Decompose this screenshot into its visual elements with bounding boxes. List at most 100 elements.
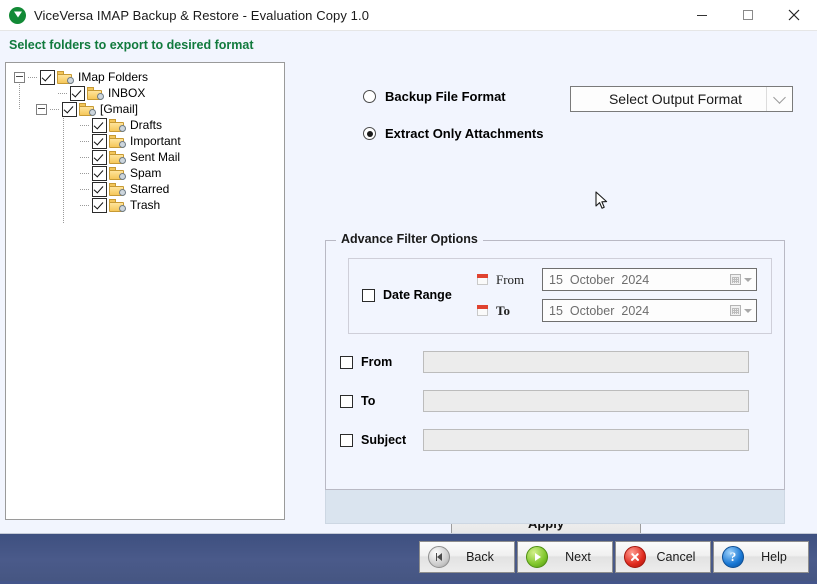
folder-search-icon	[79, 102, 96, 116]
window-controls	[679, 0, 817, 30]
to-filter-input[interactable]	[423, 390, 749, 412]
folder-tree-panel[interactable]: IMap Folders INBOX [Gmail] Drafts Import…	[5, 62, 285, 520]
from-date-input[interactable]: 15 October 2024	[542, 268, 757, 291]
window-title: ViceVersa IMAP Backup & Restore - Evalua…	[34, 7, 370, 23]
backup-file-format-option[interactable]: Backup File Format	[363, 89, 506, 104]
back-button[interactable]: Back	[419, 541, 515, 573]
date-range-checkbox[interactable]	[362, 288, 375, 302]
play-icon	[526, 546, 548, 568]
instruction-text: Select folders to export to desired form…	[9, 37, 254, 52]
footer-buttons: Back Next Cancel ? Help	[419, 541, 809, 573]
extract-attachments-radio[interactable]	[363, 127, 376, 140]
from-date-picker-button[interactable]	[730, 274, 756, 285]
calendar-icon	[477, 305, 488, 316]
chevron-down-icon	[744, 308, 752, 313]
from-filter-input[interactable]	[423, 351, 749, 373]
close-button[interactable]	[771, 0, 817, 30]
tree-checkbox[interactable]	[92, 133, 107, 149]
tree-connector	[50, 108, 60, 110]
chevron-down-icon	[744, 277, 752, 282]
tree-checkbox[interactable]	[70, 85, 85, 101]
backup-file-format-label: Backup File Format	[385, 89, 506, 104]
tree-connector	[80, 124, 90, 126]
help-button-label: Help	[761, 550, 787, 564]
tree-node-gmail[interactable]: [Gmail]	[6, 101, 284, 117]
from-date-year: 2024	[621, 272, 650, 287]
tree-node-label: [Gmail]	[100, 102, 139, 116]
tree-node-label: Trash	[130, 198, 161, 212]
tree-node-imap-folders[interactable]: IMap Folders	[6, 69, 284, 85]
tree-checkbox[interactable]	[92, 117, 107, 133]
tree-node-inbox[interactable]: INBOX	[6, 85, 284, 101]
maximize-button[interactable]	[725, 0, 771, 30]
advance-filter-options-group: Advance Filter Options Date Range From 1…	[325, 232, 785, 537]
cancel-button-label: Cancel	[656, 550, 696, 564]
to-date-picker-button[interactable]	[730, 305, 756, 316]
folder-search-icon	[109, 166, 126, 180]
to-filter-checkbox[interactable]	[340, 394, 353, 408]
advance-filter-options-title: Advance Filter Options	[336, 232, 483, 246]
subject-filter-checkbox[interactable]	[340, 433, 353, 447]
tree-checkbox[interactable]	[92, 181, 107, 197]
to-filter-label: To	[361, 394, 376, 408]
tree-node-label: Sent Mail	[130, 150, 181, 164]
output-format-value: Select Output Format	[608, 91, 743, 107]
instruction-bar: Select folders to export to desired form…	[0, 31, 817, 58]
tree-checkbox[interactable]	[40, 69, 55, 85]
tree-node-label: Spam	[130, 166, 162, 180]
tree-connector	[58, 92, 68, 94]
tree-node-starred[interactable]: Starred	[6, 181, 284, 197]
to-date-input[interactable]: 15 October 2024	[542, 299, 757, 322]
tree-checkbox[interactable]	[92, 149, 107, 165]
calendar-grid-icon	[730, 305, 741, 316]
from-date-day: 15	[549, 272, 563, 287]
backup-file-format-radio[interactable]	[363, 90, 376, 103]
tree-checkbox[interactable]	[62, 101, 77, 117]
rewind-icon	[428, 546, 450, 568]
from-date-month: October	[569, 272, 615, 287]
next-button[interactable]: Next	[517, 541, 613, 573]
date-range-box: Date Range From 15 October 2024 To 15 Oc…	[348, 258, 772, 334]
to-date-label: To	[496, 302, 510, 318]
filter-panel-footer-strip	[325, 490, 785, 524]
cancel-button[interactable]: Cancel	[615, 541, 711, 573]
from-filter-checkbox[interactable]	[340, 355, 353, 369]
main-content: IMap Folders INBOX [Gmail] Drafts Import…	[0, 57, 817, 537]
options-panel: Backup File Format Extract Only Attachme…	[293, 57, 817, 537]
question-mark-icon: ?	[722, 546, 744, 568]
help-button[interactable]: ? Help	[713, 541, 809, 573]
tree-node-important[interactable]: Important	[6, 133, 284, 149]
subject-filter-input[interactable]	[423, 429, 749, 451]
tree-node-drafts[interactable]: Drafts	[6, 117, 284, 133]
tree-connector	[80, 140, 90, 142]
tree-checkbox[interactable]	[92, 197, 107, 213]
tree-node-label: INBOX	[108, 86, 146, 100]
extract-attachments-option[interactable]: Extract Only Attachments	[363, 126, 543, 141]
maximize-icon	[743, 10, 753, 20]
calendar-grid-icon	[730, 274, 741, 285]
tree-node-label: Drafts	[130, 118, 163, 132]
date-range-toggle[interactable]: Date Range	[362, 288, 452, 302]
close-icon	[788, 9, 800, 21]
collapse-icon[interactable]	[36, 103, 47, 115]
tree-node-sent-mail[interactable]: Sent Mail	[6, 149, 284, 165]
minimize-button[interactable]	[679, 0, 725, 30]
tree-node-label: IMap Folders	[78, 70, 149, 84]
tree-connector	[28, 76, 38, 78]
subject-filter-label: Subject	[361, 433, 407, 447]
filter-from-row: From	[340, 351, 749, 373]
cancel-x-icon	[624, 546, 646, 568]
next-button-label: Next	[565, 550, 591, 564]
chevron-down-icon[interactable]	[766, 87, 792, 111]
tree-node-spam[interactable]: Spam	[6, 165, 284, 181]
extract-attachments-label: Extract Only Attachments	[385, 126, 544, 141]
to-date-month: October	[569, 303, 615, 318]
to-date-year: 2024	[621, 303, 650, 318]
calendar-icon	[477, 274, 488, 285]
tree-checkbox[interactable]	[92, 165, 107, 181]
output-format-select[interactable]: Select Output Format	[570, 86, 793, 112]
footer-bar: Back Next Cancel ? Help	[0, 533, 817, 584]
collapse-icon[interactable]	[14, 71, 25, 83]
from-date-row: From 15 October 2024	[477, 268, 757, 291]
tree-node-trash[interactable]: Trash	[6, 197, 284, 213]
